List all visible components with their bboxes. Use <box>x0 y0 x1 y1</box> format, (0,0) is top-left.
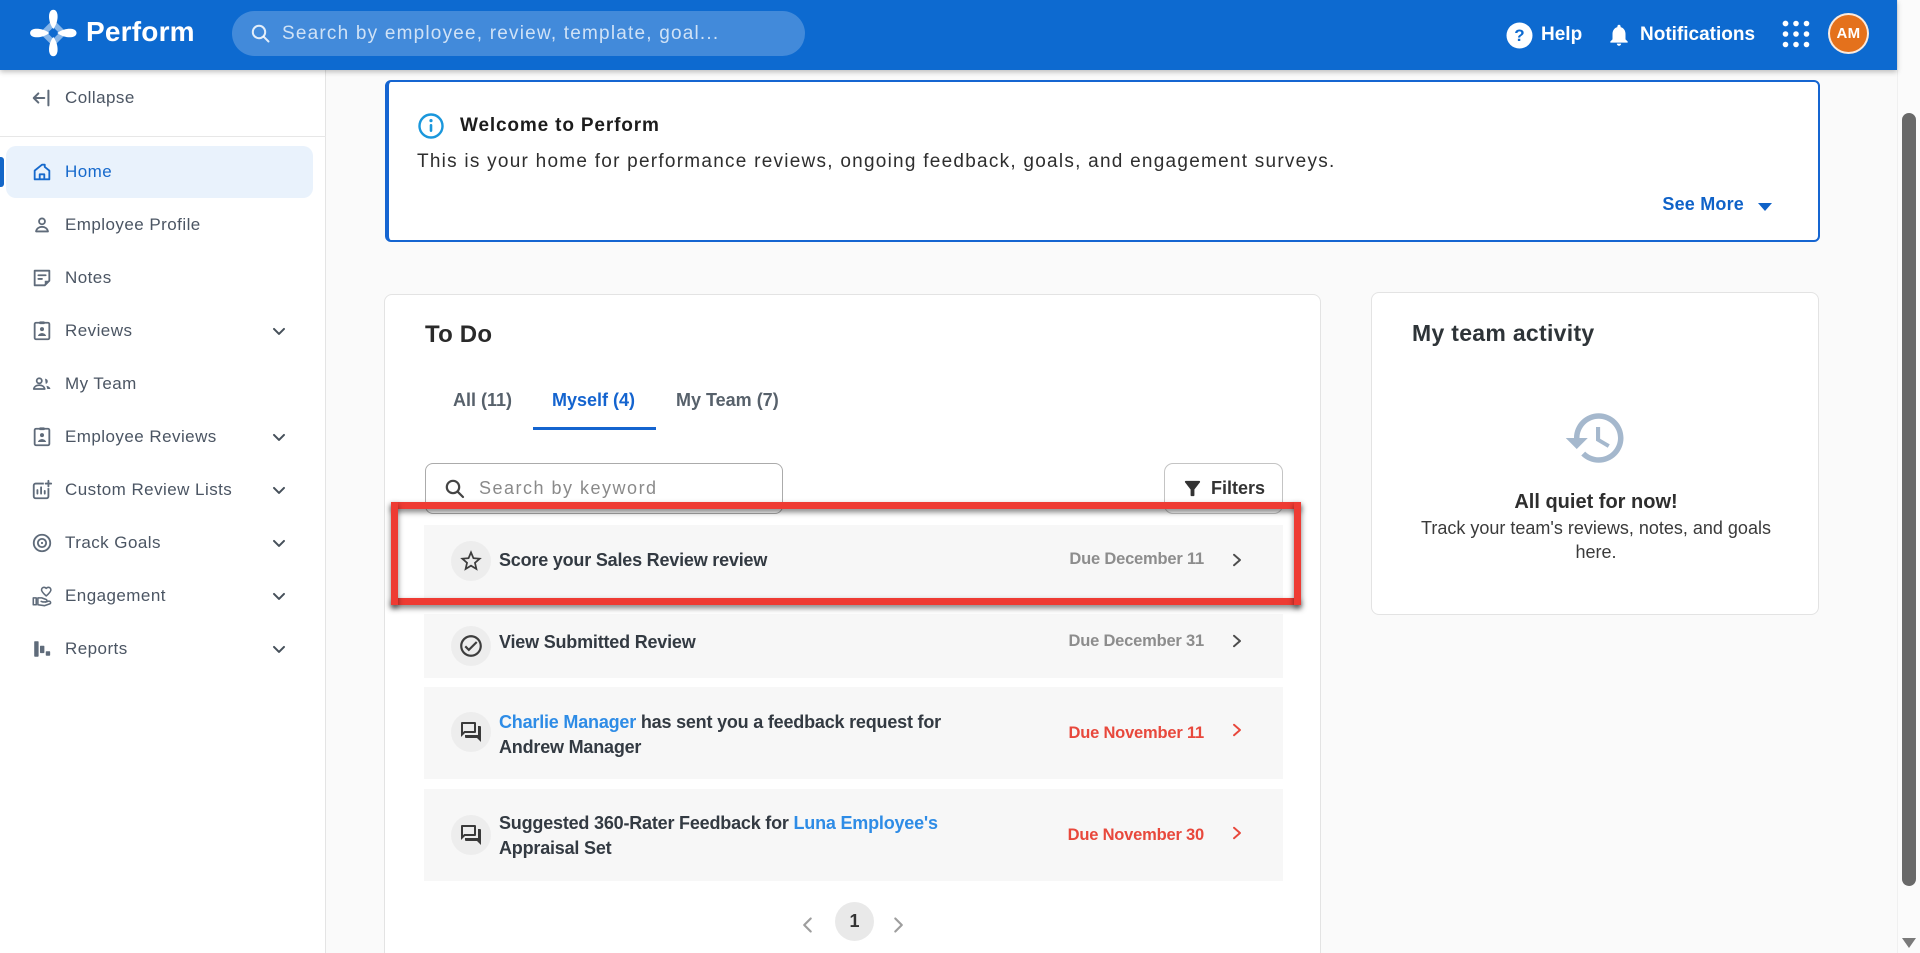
svg-text:?: ? <box>1514 26 1524 45</box>
